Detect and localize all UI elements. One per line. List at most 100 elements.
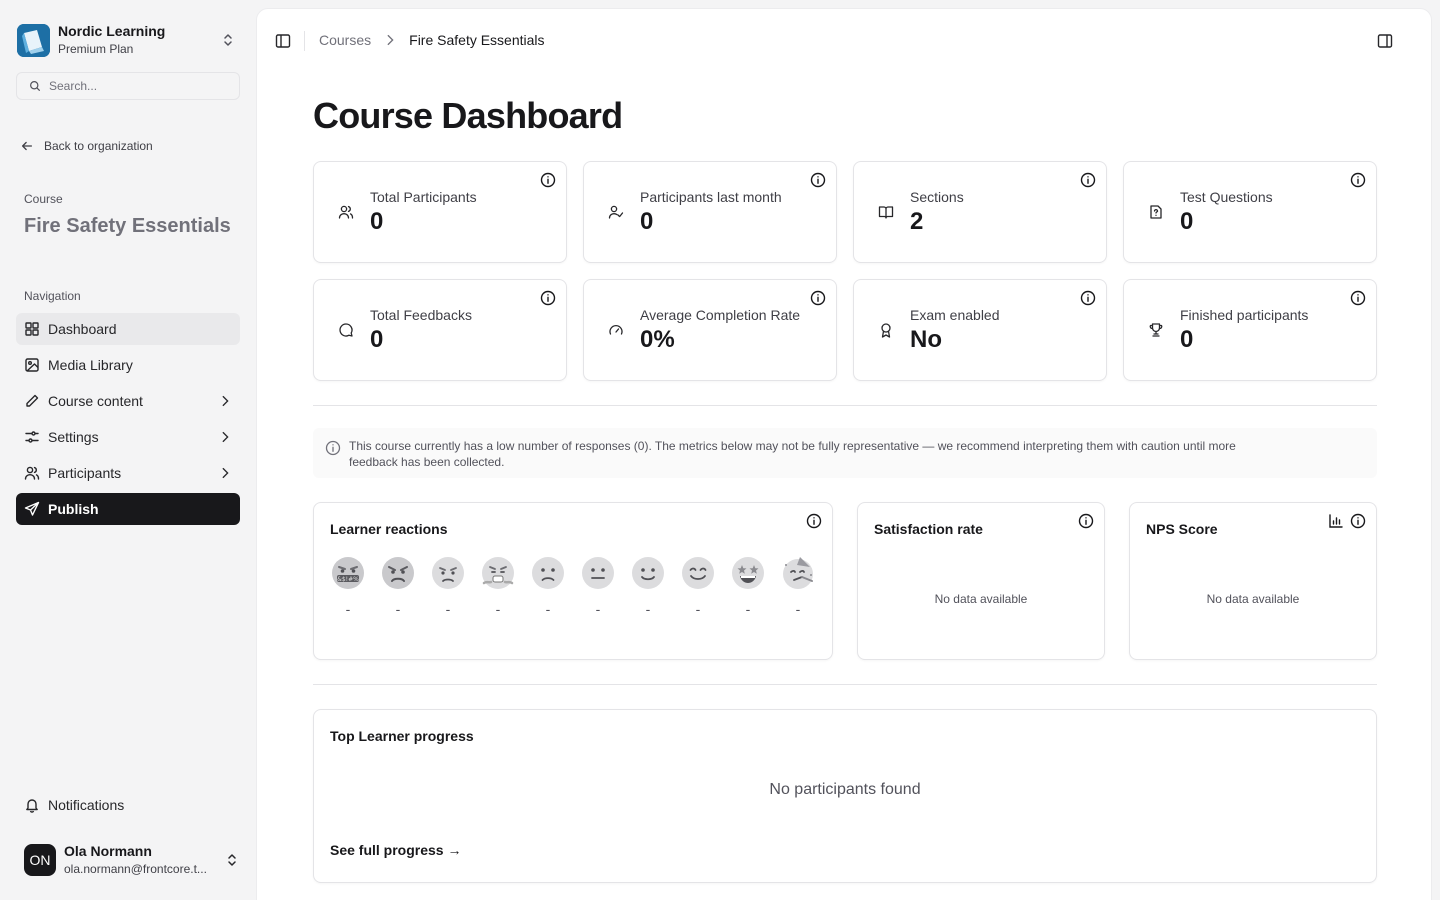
stat-card-finished-participants: Finished participants 0 <box>1123 279 1377 381</box>
notifications-label: Notifications <box>48 797 125 813</box>
user-menu[interactable]: ON Ola Normann ola.normann@frontcore.t..… <box>24 840 240 880</box>
cursing-face-icon: &$!#% <box>332 557 364 589</box>
sidebar-item-media-library[interactable]: Media Library <box>16 349 240 381</box>
sidebar-item-course-content[interactable]: Course content <box>16 385 240 417</box>
smiling-face-icon <box>682 557 714 589</box>
reaction-count: - <box>795 601 801 617</box>
reaction-count: - <box>695 601 701 617</box>
sidebar-item-label: Dashboard <box>48 321 117 337</box>
info-icon[interactable] <box>806 513 822 529</box>
reaction-item: - <box>530 555 580 617</box>
info-icon[interactable] <box>1078 513 1094 529</box>
reactions-row: &$!#% - - - - - - - - - - <box>330 555 830 617</box>
org-logo <box>17 23 50 57</box>
topbar-divider <box>304 31 305 51</box>
info-icon[interactable] <box>1080 172 1096 188</box>
divider <box>313 684 1377 685</box>
stat-value: 2 <box>910 208 924 235</box>
reaction-count: - <box>495 601 501 617</box>
notifications-link[interactable]: Notifications <box>24 797 124 813</box>
search-input[interactable] <box>49 79 229 93</box>
question-file-icon <box>1150 205 1162 219</box>
info-icon[interactable] <box>1350 172 1366 188</box>
bar-chart-icon[interactable] <box>1328 513 1344 529</box>
sidebar-item-label: Publish <box>48 501 99 517</box>
sidebar-item-dashboard[interactable]: Dashboard <box>16 313 240 345</box>
arrow-left-icon <box>21 141 33 151</box>
stat-card-participants-last-month: Participants last month 0 <box>583 161 837 263</box>
panel-right-icon[interactable] <box>1377 33 1393 49</box>
info-icon[interactable] <box>540 172 556 188</box>
sidebar-item-label: Course content <box>48 393 143 409</box>
stat-label: Exam enabled <box>910 307 1000 323</box>
stat-card-total-feedbacks: Total Feedbacks 0 <box>313 279 567 381</box>
sidebar-item-label: Participants <box>48 465 122 481</box>
chevron-right-icon <box>222 467 229 479</box>
reaction-item: - <box>680 555 730 617</box>
chevron-right-icon <box>387 34 394 46</box>
reaction-item: - <box>730 555 780 617</box>
info-icon[interactable] <box>810 172 826 188</box>
stat-label: Participants last month <box>640 189 782 205</box>
stat-card-total-participants: Total Participants 0 <box>313 161 567 263</box>
breadcrumb-current: Fire Safety Essentials <box>409 32 545 48</box>
reaction-item: - <box>780 555 830 617</box>
reaction-count: - <box>395 601 401 617</box>
stat-label: Total Participants <box>370 189 477 205</box>
info-icon <box>325 440 341 456</box>
info-icon[interactable] <box>1350 513 1366 529</box>
stat-label: Total Feedbacks <box>370 307 472 323</box>
neutral-face-icon <box>582 557 614 589</box>
sidebar-item-settings[interactable]: Settings <box>16 421 240 453</box>
stat-value: 0 <box>1180 326 1194 353</box>
sidebar-item-publish[interactable]: Publish <box>16 493 240 525</box>
reaction-item: &$!#% - <box>330 555 380 617</box>
trophy-icon <box>1149 323 1163 337</box>
star-struck-face-icon <box>732 557 764 589</box>
user-email: ola.normann@frontcore.t... <box>64 862 207 876</box>
breadcrumb: Courses Fire Safety Essentials <box>319 32 545 48</box>
learner-reactions-card: Learner reactions &$!#% - - - - - - - - … <box>313 502 833 660</box>
sidebar: Nordic Learning Premium Plan Back to org… <box>0 0 256 900</box>
sidebar-item-participants[interactable]: Participants <box>16 457 240 489</box>
user-name: Ola Normann <box>64 843 152 859</box>
pencil-icon <box>26 394 39 407</box>
users-icon <box>338 205 354 219</box>
sidebar-toggle-icon[interactable] <box>275 33 291 49</box>
info-icon[interactable] <box>810 290 826 306</box>
back-to-organization-link[interactable]: Back to organization <box>20 137 153 155</box>
breadcrumb-courses[interactable]: Courses <box>319 32 371 48</box>
stat-label: Finished participants <box>1180 307 1309 323</box>
confused-face-icon <box>532 557 564 589</box>
book-icon <box>878 206 894 219</box>
info-icon[interactable] <box>1080 290 1096 306</box>
dashboard-icon <box>25 322 39 336</box>
see-full-progress-link[interactable]: See full progress → <box>330 842 461 858</box>
partying-face-icon <box>783 557 813 589</box>
top-learner-progress-card: Top Learner progress No participants fou… <box>313 709 1377 883</box>
sidebar-nav: Dashboard Media Library Course content S… <box>16 313 240 529</box>
org-name: Nordic Learning <box>58 23 166 39</box>
org-switcher[interactable]: Nordic Learning Premium Plan <box>16 18 240 62</box>
info-icon[interactable] <box>1350 290 1366 306</box>
info-icon[interactable] <box>540 290 556 306</box>
empty-state: No data available <box>1206 592 1300 606</box>
low-responses-notice: This course currently has a low number o… <box>313 428 1377 478</box>
chevrons-up-down-icon <box>224 34 232 46</box>
course-name: Fire Safety Essentials <box>24 215 231 237</box>
stat-label: Test Questions <box>1180 189 1273 205</box>
slightly-smiling-face-icon <box>632 557 664 589</box>
card-title: NPS Score <box>1146 521 1218 537</box>
stat-card-test-questions: Test Questions 0 <box>1123 161 1377 263</box>
card-title: Learner reactions <box>330 521 448 537</box>
pouting-face-icon <box>432 557 464 589</box>
stat-value: 0 <box>640 208 654 235</box>
navigation-label: Navigation <box>24 289 81 303</box>
avatar: ON <box>24 844 56 876</box>
reaction-item: - <box>380 555 430 617</box>
bell-icon <box>26 799 38 813</box>
chevron-right-icon <box>222 431 229 443</box>
message-circle-icon <box>339 323 353 337</box>
users-icon <box>24 466 40 480</box>
stat-label: Average Completion Rate <box>640 307 801 323</box>
